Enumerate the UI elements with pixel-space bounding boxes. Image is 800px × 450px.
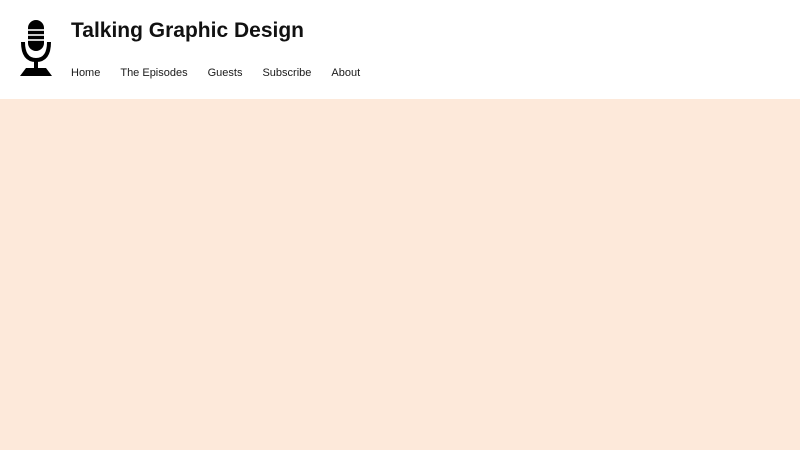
nav-item-guests[interactable]: Guests — [208, 64, 243, 82]
main-nav: Home The Episodes Guests Subscribe About — [71, 64, 360, 82]
nav-item-about[interactable]: About — [331, 64, 360, 82]
microphone-icon[interactable] — [18, 18, 54, 78]
nav-item-the-episodes[interactable]: The Episodes — [120, 64, 187, 82]
site-header: Talking Graphic Design Home The Episodes… — [0, 0, 800, 99]
nav-item-home[interactable]: Home — [71, 64, 100, 82]
site-title[interactable]: Talking Graphic Design — [71, 18, 304, 44]
nav-item-subscribe[interactable]: Subscribe — [262, 64, 311, 82]
main-content-area — [0, 99, 800, 450]
